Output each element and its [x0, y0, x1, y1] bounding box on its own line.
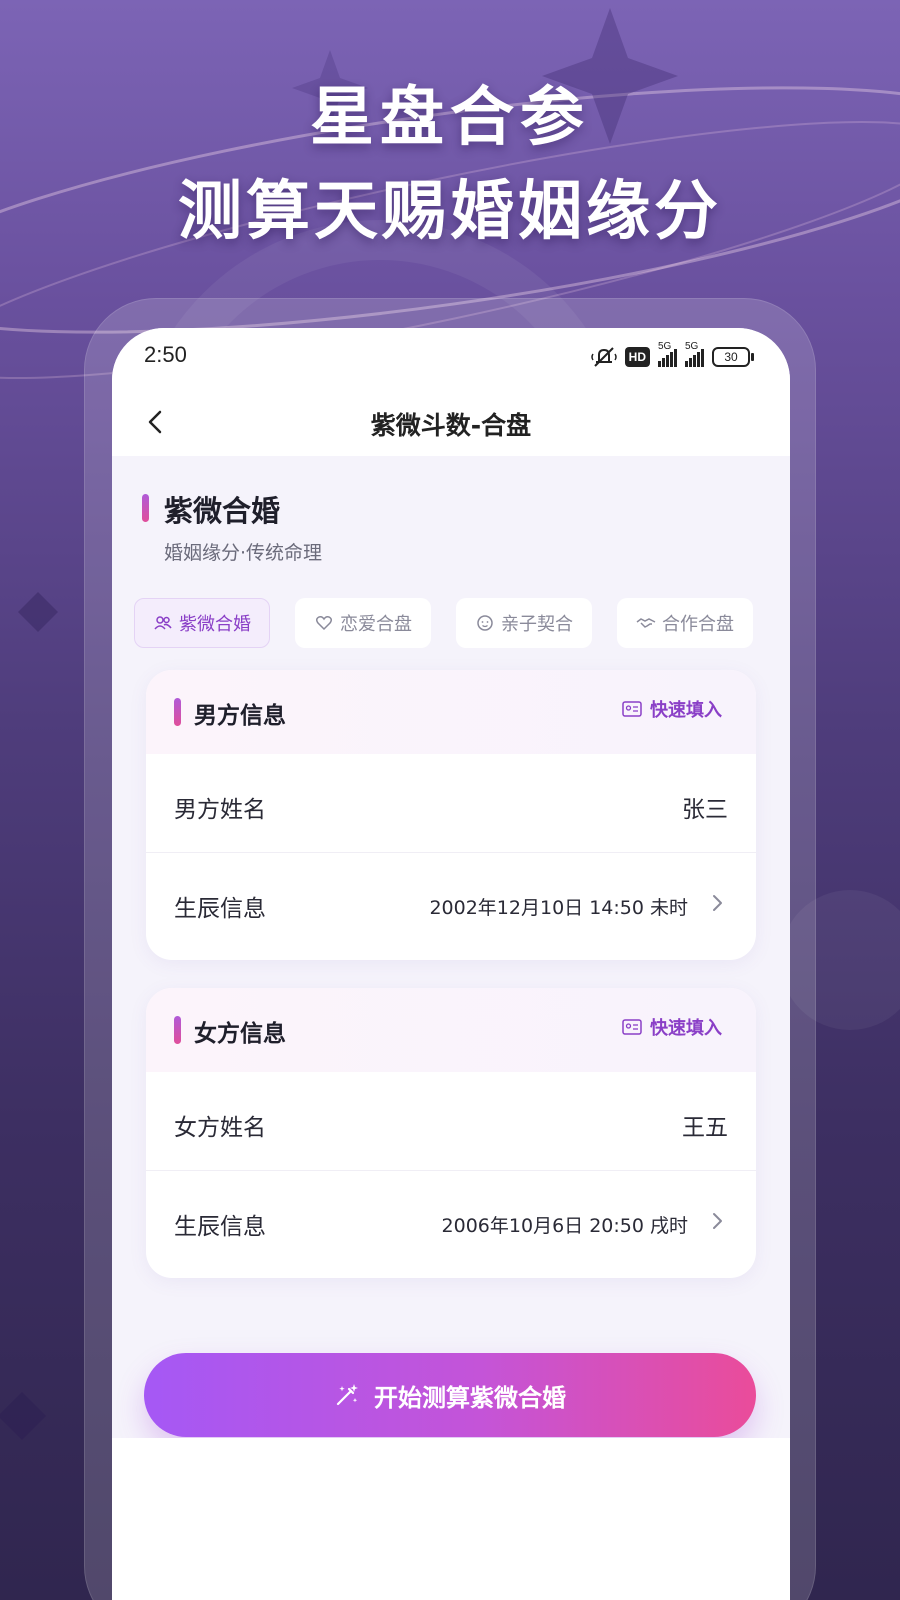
section-accent-bar — [142, 494, 149, 522]
row-label: 生辰信息 — [174, 896, 266, 922]
quick-fill-label: 快速填入 — [650, 1018, 722, 1039]
female-birth-row[interactable]: 生辰信息 2006年10月6日 20:50 戌时 — [146, 1171, 756, 1269]
tab-label: 紫微合婚 — [179, 614, 251, 635]
baby-face-icon — [477, 615, 493, 631]
tab-label: 亲子契合 — [501, 614, 573, 635]
start-calculation-button[interactable]: 开始测算紫微合婚 — [144, 1353, 756, 1437]
tab-parent-child[interactable]: 亲子契合 — [456, 598, 592, 648]
bottom-blank-area — [112, 1438, 790, 1600]
tab-partnership[interactable]: 合作合盘 — [617, 598, 753, 648]
mode-tabs: 紫微合婚 恋爱合盘 亲子契合 合作合盘 — [134, 598, 754, 650]
magic-wand-icon — [336, 1384, 358, 1406]
nav-bar: 紫微斗数-合盘 — [112, 388, 790, 456]
row-label: 男方姓名 — [174, 797, 266, 823]
tab-label: 恋爱合盘 — [340, 614, 412, 635]
diamond-icon — [18, 592, 58, 632]
mute-bell-icon — [590, 347, 617, 367]
id-card-icon — [622, 701, 642, 717]
page-title: 紫微斗数-合盘 — [370, 411, 532, 440]
handshake-icon — [636, 618, 656, 628]
signal-2-icon: 5G — [685, 341, 704, 367]
heart-icon — [315, 616, 333, 631]
headline-line-1: 星盘合参 — [310, 80, 590, 155]
card-header: 女方信息 快速填入 — [146, 988, 756, 1072]
hd-badge: HD — [624, 347, 650, 367]
card-title: 女方信息 — [194, 1021, 286, 1047]
network-type-1: 5G — [658, 341, 672, 352]
male-name-value: 张三 — [682, 797, 728, 823]
chevron-right-icon — [713, 1213, 722, 1229]
headline-line-2: 测算天赐婚姻缘分 — [178, 174, 722, 249]
male-birth-value: 2002年12月10日 14:50 未时 — [429, 897, 688, 919]
quick-fill-button[interactable]: 快速填入 — [622, 1014, 722, 1040]
chevron-right-icon — [713, 895, 722, 911]
row-label: 生辰信息 — [174, 1214, 266, 1240]
people-icon — [154, 616, 172, 630]
female-name-value: 王五 — [682, 1115, 728, 1141]
row-label: 女方姓名 — [174, 1115, 266, 1141]
diamond-icon — [0, 1392, 46, 1440]
quick-fill-button[interactable]: 快速填入 — [622, 696, 722, 722]
quick-fill-label: 快速填入 — [650, 700, 722, 721]
signal-1-icon: 5G — [658, 341, 677, 367]
status-icons: HD 5G 5G 30 — [590, 341, 754, 370]
section-title: 紫微合婚 — [164, 494, 281, 528]
male-name-row[interactable]: 男方姓名 张三 — [146, 754, 756, 853]
card-header: 男方信息 快速填入 — [146, 670, 756, 754]
section-subtitle: 婚姻缘分·传统命理 — [164, 542, 323, 564]
female-birth-value: 2006年10月6日 20:50 戌时 — [441, 1215, 688, 1237]
card-title: 男方信息 — [194, 703, 286, 729]
status-time: 2:50 — [144, 342, 187, 367]
female-name-row[interactable]: 女方姓名 王五 — [146, 1072, 756, 1171]
status-bar: 2:50 HD 5G 5G 30 — [112, 328, 790, 388]
tab-love-chart[interactable]: 恋爱合盘 — [295, 598, 431, 648]
network-type-2: 5G — [685, 341, 699, 352]
card-accent-bar — [174, 1016, 181, 1044]
female-info-card: 女方信息 快速填入 女方姓名 王五 生辰信息 2006年10月6日 20:50 … — [146, 988, 756, 1278]
battery-indicator: 30 — [712, 347, 754, 367]
tab-label: 合作合盘 — [662, 614, 734, 635]
promo-canvas: 星盘合参 测算天赐婚姻缘分 2:50 HD 5G 5G 30 紫微斗数-合盘 紫… — [0, 0, 900, 1600]
id-card-icon — [622, 1019, 642, 1035]
phone-screen: 2:50 HD 5G 5G 30 紫微斗数-合盘 紫微合婚 婚姻缘分·传统命理 … — [112, 328, 790, 1600]
tab-ziwei-marriage[interactable]: 紫微合婚 — [134, 598, 270, 648]
card-accent-bar — [174, 698, 181, 726]
male-birth-row[interactable]: 生辰信息 2002年12月10日 14:50 未时 — [146, 853, 756, 951]
start-button-label: 开始测算紫微合婚 — [374, 1383, 566, 1412]
male-info-card: 男方信息 快速填入 男方姓名 张三 生辰信息 2002年12月10日 14:50… — [146, 670, 756, 960]
